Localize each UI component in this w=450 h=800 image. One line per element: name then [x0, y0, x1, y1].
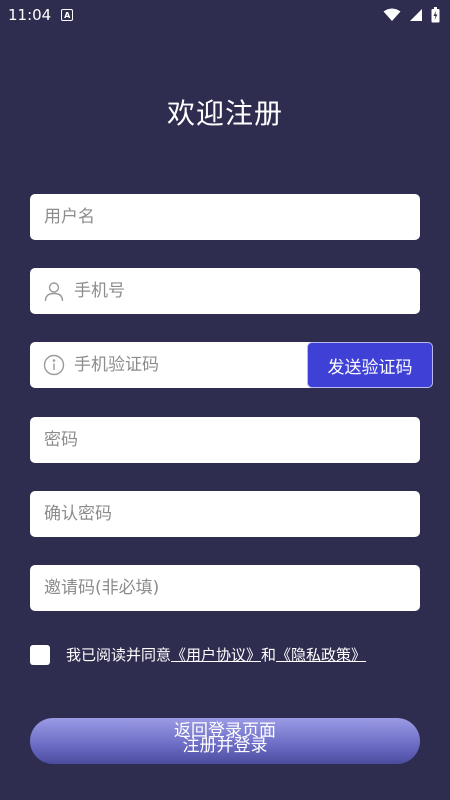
agreement-checkbox[interactable]	[30, 644, 50, 665]
agreement-prefix: 我已阅读并同意	[66, 646, 172, 664]
user-icon	[42, 279, 66, 303]
invite-code-input[interactable]	[30, 565, 420, 611]
page-title: 欢迎注册	[166, 97, 283, 130]
password-field[interactable]	[30, 417, 420, 463]
signal-icon	[410, 9, 422, 21]
status-time: 11:04	[8, 6, 52, 24]
username-input[interactable]	[30, 194, 420, 240]
confirm-password-input[interactable]	[30, 491, 420, 537]
confirm-password-field[interactable]	[30, 491, 420, 537]
username-field[interactable]	[30, 194, 420, 240]
agreement-row: 我已阅读并同意《用户协议》和《隐私政策》	[30, 644, 430, 665]
status-bar: 11:04 A	[0, 0, 450, 30]
status-left: 11:04 A	[8, 6, 74, 24]
battery-icon	[431, 7, 440, 23]
status-right	[383, 7, 440, 23]
privacy-policy-link[interactable]: 《隐私政策》	[276, 646, 366, 664]
sms-code-field[interactable]: 发送验证码	[30, 342, 433, 388]
agreement-and: 和	[261, 646, 277, 664]
user-agreement-link[interactable]: 《用户协议》	[171, 646, 261, 664]
phone-input[interactable]	[66, 268, 420, 314]
back-to-login-link[interactable]: 返回登录页面	[0, 716, 450, 741]
wifi-icon	[383, 8, 401, 21]
sms-code-input[interactable]	[66, 342, 307, 388]
agreement-text: 我已阅读并同意《用户协议》和《隐私政策》	[66, 644, 366, 665]
notification-a-icon: A	[61, 9, 74, 21]
password-input[interactable]	[30, 417, 420, 463]
invite-code-field[interactable]	[30, 565, 420, 611]
info-icon	[42, 353, 66, 377]
send-code-button[interactable]: 发送验证码	[307, 342, 433, 388]
phone-field[interactable]	[30, 268, 420, 314]
